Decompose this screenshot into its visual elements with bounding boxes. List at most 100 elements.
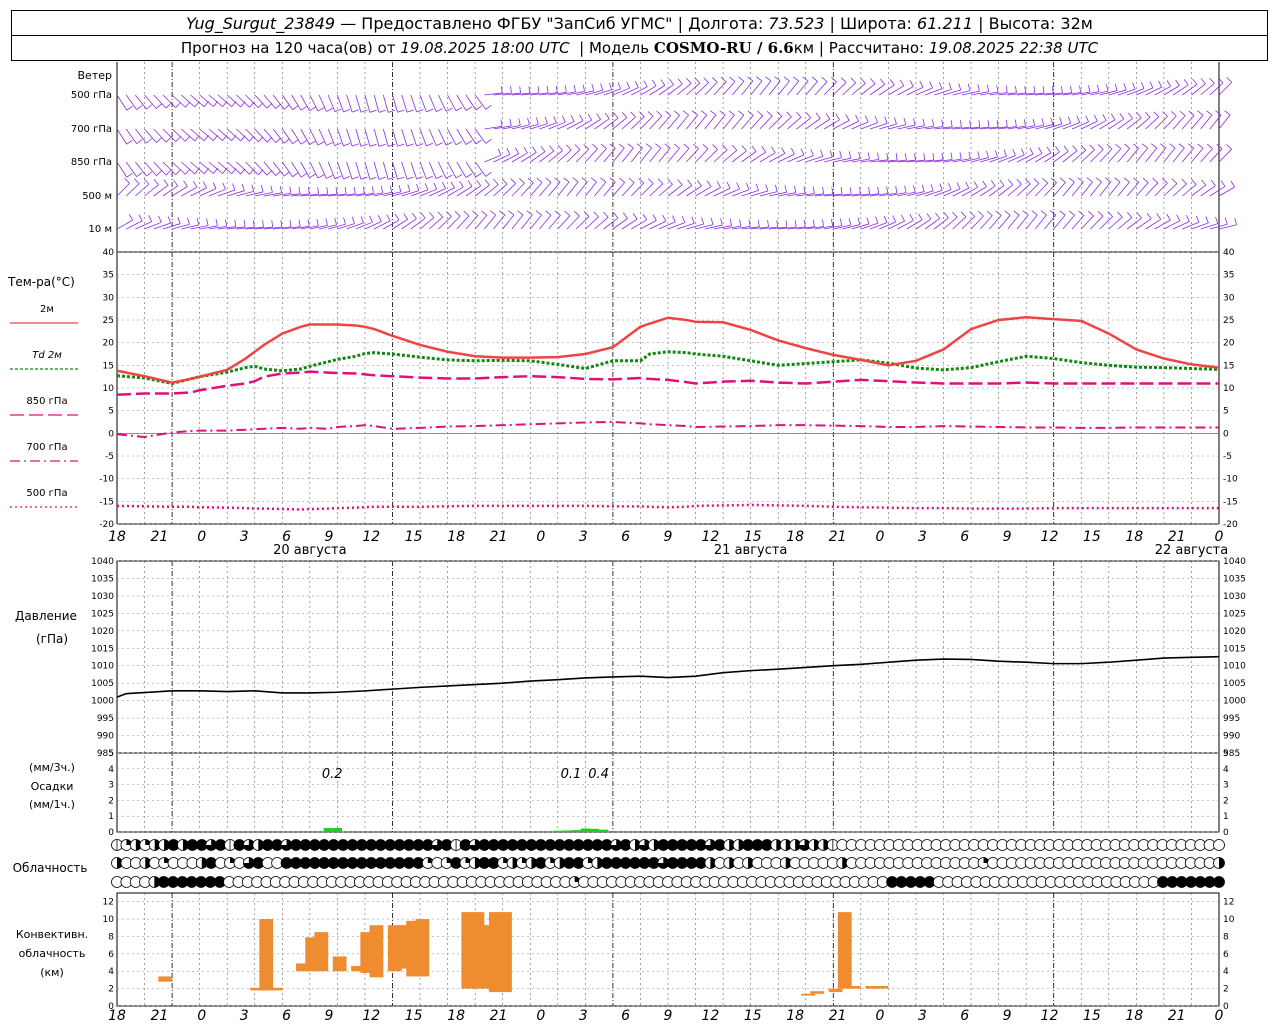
wind-barb-feather: [1110, 113, 1116, 120]
wind-barb: [713, 114, 726, 130]
temp-tick-left: 30: [103, 293, 115, 303]
wind-barb-feather: [1158, 80, 1163, 88]
hour-tick: 3: [918, 1008, 927, 1024]
wind-barb-feather: [535, 117, 539, 125]
wind-barb-feather: [950, 119, 953, 127]
wind-barb-feather: [369, 176, 377, 180]
wind-barb-feather: [326, 108, 333, 112]
wind-barb-feather: [929, 81, 933, 89]
wind-barb: [511, 214, 524, 230]
convective-bar: [415, 919, 430, 977]
wind-barb-feather: [134, 178, 140, 184]
wind-barb-feather: [334, 108, 342, 113]
wind-barb-feather: [335, 187, 338, 195]
wind-barb-feather: [573, 84, 576, 92]
wind-barb-feather: [1123, 83, 1127, 91]
wind-barb-feather: [1022, 210, 1029, 216]
wind-barb: [980, 185, 996, 197]
wind-barb: [346, 222, 364, 230]
wind-barb-feather: [334, 142, 342, 147]
wind-barb: [925, 189, 943, 197]
wind-barb: [630, 147, 643, 163]
wind-barb-feather: [812, 219, 815, 227]
wind-barb-feather: [921, 184, 925, 192]
wind-barb: [337, 223, 355, 230]
wind-barb-feather: [1032, 118, 1036, 126]
wind-barb-feather: [691, 216, 695, 224]
wind-barb: [934, 189, 952, 197]
wind-barb: [612, 87, 630, 96]
wind-barb: [1007, 214, 1020, 230]
wind-barb-feather: [996, 120, 999, 128]
pressure-unit: (гПа): [36, 632, 68, 646]
hour-tick: 18: [1125, 1008, 1143, 1024]
wind-barb-feather: [225, 219, 228, 227]
temp-tick-left: -15: [99, 497, 114, 507]
temp-tick-left: 40: [103, 248, 115, 258]
hour-tick: 18: [447, 529, 465, 545]
wind-barb: [943, 188, 961, 197]
wind-barb-feather: [655, 143, 662, 149]
pressure-tick-left: 1030: [91, 592, 114, 602]
wind-barb-feather: [317, 141, 325, 146]
wind-barb-feather: [880, 78, 885, 85]
wind-barb-feather: [728, 110, 735, 116]
wind-barb-feather: [977, 151, 980, 159]
wind-barb-feather: [969, 120, 971, 128]
wind-barb-feather: [1050, 117, 1054, 125]
wind-barb-feather: [1136, 212, 1142, 219]
wind-barb-feather: [613, 112, 619, 119]
wind-barb: [493, 214, 506, 230]
wind-barb: [1099, 181, 1112, 197]
wind-barb-feather: [986, 84, 990, 92]
wind-barb-feather: [848, 218, 852, 226]
wind-barb-feather: [1187, 143, 1194, 149]
wind-barb: [897, 220, 914, 230]
wind-barb: [676, 114, 689, 130]
wind-barb-feather: [167, 216, 172, 224]
wind-barb: [1136, 87, 1154, 96]
pressure-tick-right: 1010: [1223, 662, 1246, 672]
wind-barb-feather: [901, 214, 905, 222]
wind-barb-feather: [1124, 143, 1131, 149]
wind-barb-feather: [748, 219, 751, 227]
wind-barb-feather: [774, 184, 778, 192]
wind-barb: [135, 128, 147, 144]
wind-barb-feather: [822, 186, 825, 194]
convective-bar: [268, 987, 283, 991]
wind-barb-feather: [424, 183, 429, 191]
wind-barb-feather: [353, 186, 356, 194]
wind-barb-feather: [1197, 143, 1204, 149]
wind-barb-feather: [919, 80, 924, 88]
hour-tick: 18: [108, 1008, 126, 1024]
wind-barb-feather: [292, 172, 299, 178]
wind-level-label: 850 гПа: [71, 157, 112, 168]
wind-barb: [281, 128, 293, 144]
wind-barb-feather: [978, 120, 981, 128]
wind-barb: [125, 94, 137, 110]
precip-bar: [332, 828, 342, 832]
wind-barb-feather: [262, 220, 264, 228]
wind-barb-feather: [510, 86, 512, 94]
wind-barb-feather: [632, 213, 638, 220]
wind-barb-feather: [260, 185, 264, 193]
wind-barb-feather: [309, 173, 316, 179]
wind-barb-feather: [822, 219, 824, 227]
wind-barb-feather: [792, 76, 800, 82]
wind-barb-feather: [1097, 84, 1100, 92]
wind-barb-feather: [738, 110, 745, 116]
wind-barb-feather: [465, 140, 473, 145]
wind-barb: [328, 223, 346, 230]
wind-barb-feather: [802, 76, 809, 82]
wind-barb: [447, 186, 464, 197]
hour-tick: 12: [362, 529, 380, 545]
wind-barb-feather: [716, 181, 721, 188]
wind-barb-feather: [202, 181, 207, 189]
wind-barb-feather: [886, 152, 889, 160]
wind-barb-feather: [587, 113, 593, 121]
wind-barb-feather: [573, 211, 580, 217]
hour-tick: 18: [786, 529, 804, 545]
wind-barb-feather: [472, 210, 479, 216]
wind-barb-feather: [300, 105, 308, 111]
wind-barb-feather: [165, 102, 172, 109]
